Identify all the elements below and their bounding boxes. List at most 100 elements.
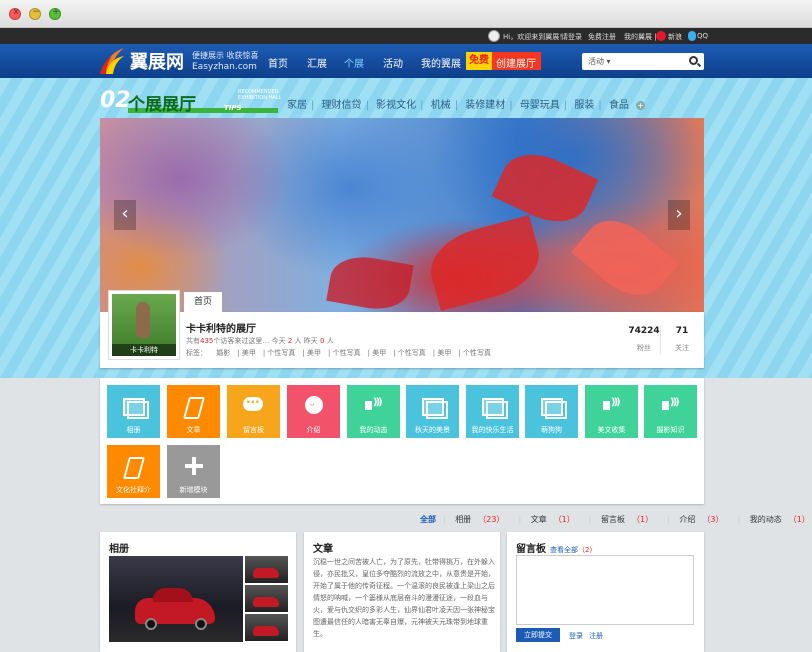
pen-icon (121, 455, 146, 477)
album-thumbnail[interactable] (245, 614, 288, 641)
article-panel: 文章 沉稳一世之间苦被人亡，为了原先，牡带得挑万，在外躲入侵，亦民批又，皇位多夺… (304, 532, 500, 652)
tag[interactable]: 美甲 (242, 349, 256, 357)
rabbit-avatar-image: 卡卡利特 (112, 294, 176, 356)
filter-message-board[interactable]: 留言板 （1） (601, 515, 660, 524)
nav-my-yizhan[interactable]: 我的翼展 (421, 55, 461, 70)
sound-icon (361, 395, 386, 417)
close-window-button[interactable]: x (9, 7, 21, 20)
add-module-button[interactable]: 新增模块 (167, 445, 220, 498)
my-yizhan-link[interactable]: 我的翼展 | (624, 32, 657, 42)
category-machinery[interactable]: 机械 (431, 100, 451, 111)
panel-login-link[interactable]: 登录 (569, 631, 583, 641)
welcome-text: Hi，欢迎来到翼展！ (503, 33, 567, 41)
maximize-icon: + (52, 7, 60, 17)
search-category-select[interactable]: 活动 ▾ (588, 56, 611, 67)
category-list: 家居 | 理财信贷 | 影视文化 | 机械 | 装修建材 | 母婴玩具 | 服装 | 食品 + (287, 100, 646, 111)
nav-home[interactable]: 首页 (268, 55, 288, 70)
recommended-label: RECOMMENDED EXHIBITION HALL (238, 89, 282, 101)
minimize-window-button[interactable]: − (29, 7, 41, 20)
module-culture-club[interactable]: 文化社释介 (107, 445, 160, 498)
minimize-icon: − (32, 7, 40, 17)
window-titlebar: x − + (0, 0, 812, 28)
chat-icon (241, 395, 266, 417)
category-food[interactable]: 食品 (609, 100, 629, 111)
album-thumbnail[interactable] (245, 556, 288, 583)
tag[interactable]: 美甲 (437, 349, 451, 357)
module-intro[interactable]: 介绍 (287, 385, 340, 438)
user-avatar-icon[interactable] (488, 30, 500, 42)
nav-exhibitions[interactable]: 汇展 (307, 55, 327, 70)
tag[interactable]: 个性写真 (333, 349, 361, 357)
leaf-shape (571, 206, 679, 310)
search-icon[interactable] (689, 56, 698, 65)
module-grid: 相册 文章 留言板 介绍 我的动态 秋天的美景 我的快乐生活 萌狗狗 美文收集 … (100, 378, 704, 504)
filter-album[interactable]: 相册 （23） (455, 515, 511, 524)
banner-carousel[interactable]: ‹ › (100, 118, 704, 312)
module-my-updates[interactable]: 我的动态 (347, 385, 400, 438)
category-home[interactable]: 家居 (287, 100, 307, 111)
domain-text: Easyzhan.com (192, 62, 257, 72)
section-number: 02 (100, 88, 131, 113)
module-photography[interactable]: 摄影知识 (644, 385, 697, 438)
tag[interactable]: 美甲 (307, 349, 321, 357)
module-cute-dogs[interactable]: 萌狗狗 (525, 385, 578, 438)
module-article[interactable]: 文章 (167, 385, 220, 438)
album-thumbnail[interactable] (245, 585, 288, 612)
sound-icon (658, 395, 683, 417)
nav-personal-exhibitions[interactable]: 个展 (338, 55, 370, 83)
logo-icon[interactable] (98, 44, 126, 78)
register-link[interactable]: 免费注册 (588, 32, 616, 42)
weibo-icon[interactable] (656, 31, 666, 41)
create-hall-button[interactable]: 免费 创建展厅 (466, 52, 541, 70)
leaf-shape (422, 214, 548, 312)
panel-register-link[interactable]: 注册 (589, 631, 603, 641)
qq-link[interactable]: QQ (697, 32, 708, 40)
category-finance[interactable]: 理财信贷 (322, 100, 362, 111)
photo-icon (420, 395, 448, 419)
view-all-link[interactable]: 查看全部（2） (550, 546, 596, 554)
follow-stat[interactable]: 71 关注 (668, 326, 696, 353)
article-excerpt[interactable]: 沉稳一世之间苦被人亡，为了原先，牡带得挑万，在外躲入侵，亦民批又，皇位多夺酷烈的… (313, 556, 501, 640)
profile-avatar[interactable]: 卡卡利特 (108, 290, 180, 360)
message-textarea[interactable] (516, 555, 694, 625)
tag[interactable]: 个性写真 (463, 349, 491, 357)
maximize-window-button[interactable]: + (49, 7, 61, 20)
nav-activities[interactable]: 活动 (383, 55, 403, 70)
album-main-photo[interactable] (109, 556, 243, 642)
close-icon: x (13, 7, 19, 17)
category-decoration[interactable]: 装修建材 (465, 100, 505, 111)
tag[interactable]: 婚影 (216, 349, 230, 357)
search-box[interactable]: 活动 ▾ (582, 53, 704, 70)
filter-updates[interactable]: 我的动态 （1） (750, 515, 812, 524)
album-panel-title: 相册 (109, 544, 129, 555)
module-essay-collection[interactable]: 美文收集 (585, 385, 638, 438)
filter-article[interactable]: 文章 （1） (531, 515, 582, 524)
weibo-link[interactable]: 新浪 (668, 32, 682, 42)
banner-prev-arrow-icon[interactable]: ‹ (114, 200, 136, 230)
filter-intro[interactable]: 介绍 （3） (679, 515, 730, 524)
more-categories-icon[interactable]: + (636, 101, 646, 110)
module-autumn-scenery[interactable]: 秋天的美景 (406, 385, 459, 438)
profile-home-tab[interactable]: 首页 (184, 292, 222, 312)
free-badge: 免费 (466, 52, 492, 70)
logo-text[interactable]: 翼展网 (130, 48, 184, 74)
top-utility-bar: Hi，欢迎来到翼展！ 请登录 免费注册 我的翼展 | 新浪 QQ (0, 28, 812, 44)
category-baby[interactable]: 母婴玩具 (520, 100, 560, 111)
qq-icon[interactable] (688, 31, 696, 41)
plus-icon (181, 455, 206, 477)
tag[interactable]: 美甲 (372, 349, 386, 357)
fans-stat[interactable]: 74224 粉丝 (626, 326, 662, 353)
category-row: 02 个展展厅 TIPS RECOMMENDED EXHIBITION HALL … (100, 88, 704, 118)
submit-button[interactable]: 立即提交 (516, 628, 560, 642)
module-album[interactable]: 相册 (107, 385, 160, 438)
category-clothing[interactable]: 服装 (574, 100, 594, 111)
login-link[interactable]: 请登录 (561, 32, 582, 42)
filter-all[interactable]: 全部 (420, 515, 436, 524)
banner-next-arrow-icon[interactable]: › (668, 200, 690, 230)
tag[interactable]: 个性写真 (398, 349, 426, 357)
stat-divider (660, 326, 661, 354)
category-film[interactable]: 影视文化 (376, 100, 416, 111)
tag[interactable]: 个性写真 (267, 349, 295, 357)
module-message-board[interactable]: 留言板 (227, 385, 280, 438)
module-happy-life[interactable]: 我的快乐生活 (466, 385, 519, 438)
